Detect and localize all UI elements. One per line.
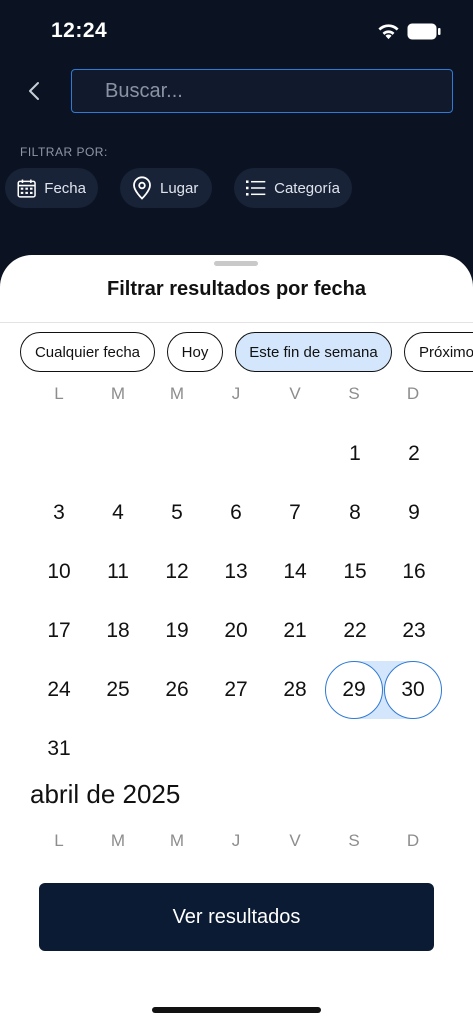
calendar-day[interactable]: 13 xyxy=(210,546,262,598)
calendar-day[interactable]: 5 xyxy=(151,487,203,539)
wifi-icon xyxy=(378,24,399,40)
sheet-title: Filtrar resultados por fecha xyxy=(107,278,366,300)
calendar-day[interactable]: 8 xyxy=(329,487,381,539)
calendar-day[interactable]: 3 xyxy=(33,487,85,539)
weekday-label: M xyxy=(110,831,126,850)
calendar-day[interactable]: 2 xyxy=(388,428,440,480)
status-bar: 12:24 xyxy=(0,0,473,60)
calendar-day[interactable]: 24 xyxy=(33,664,85,716)
calendar-day[interactable]: 18 xyxy=(92,605,144,657)
weekday-label: V xyxy=(289,831,301,850)
calendar-day[interactable]: 17 xyxy=(33,605,85,657)
calendar-day[interactable]: 9 xyxy=(388,487,440,539)
weekday-label: J xyxy=(231,384,241,403)
weekday-label: M xyxy=(169,384,185,403)
filter-by-label: FILTRAR POR: xyxy=(20,145,108,159)
status-time: 12:24 xyxy=(51,19,108,42)
calendar-day[interactable]: 4 xyxy=(92,487,144,539)
calendar-day-selected[interactable]: 30 xyxy=(387,664,439,716)
calendar-day[interactable]: 27 xyxy=(210,664,262,716)
filter-chip-place[interactable]: Lugar xyxy=(120,168,212,208)
home-indicator xyxy=(152,1007,321,1013)
filter-chip-label: Fecha xyxy=(44,179,86,197)
filter-chip-date[interactable]: Fecha xyxy=(5,168,98,208)
calendar-day[interactable]: 14 xyxy=(269,546,321,598)
weekday-label: L xyxy=(54,831,64,850)
calendar-day[interactable]: 28 xyxy=(269,664,321,716)
calendar-day[interactable]: 12 xyxy=(151,546,203,598)
calendar-day-selected[interactable]: 29 xyxy=(328,664,380,716)
calendar-day[interactable]: 11 xyxy=(92,546,144,598)
calendar-icon xyxy=(17,179,36,198)
quick-filter-any-date[interactable]: Cualquier fecha xyxy=(20,332,155,372)
sheet-drag-handle[interactable] xyxy=(214,261,258,266)
calendar-day[interactable]: 10 xyxy=(33,546,85,598)
calendar-day[interactable]: 16 xyxy=(388,546,440,598)
list-icon xyxy=(246,180,266,196)
calendar-day[interactable]: 31 xyxy=(33,723,85,775)
quick-filter-weekend[interactable]: Este fin de semana xyxy=(235,332,392,372)
calendar-day[interactable]: 6 xyxy=(210,487,262,539)
calendar-day[interactable]: 15 xyxy=(329,546,381,598)
back-button[interactable] xyxy=(20,74,48,108)
weekday-label: S xyxy=(348,831,360,850)
calendar-day[interactable]: 21 xyxy=(269,605,321,657)
location-pin-icon xyxy=(133,176,151,200)
search-field[interactable] xyxy=(71,69,453,113)
battery-icon xyxy=(407,23,441,40)
date-filter-sheet: Filtrar resultados por fecha Cualquier f… xyxy=(0,255,473,1024)
calendar-day[interactable]: 26 xyxy=(151,664,203,716)
weekday-label: M xyxy=(169,831,185,850)
calendar-day[interactable]: 25 xyxy=(92,664,144,716)
weekday-label: S xyxy=(348,384,360,403)
calendar-day[interactable]: 1 xyxy=(329,428,381,480)
quick-filter-today[interactable]: Hoy xyxy=(167,332,223,372)
month-title: abril de 2025 xyxy=(30,779,181,809)
calendar-day[interactable]: 7 xyxy=(269,487,321,539)
search-input[interactable] xyxy=(72,70,452,112)
weekday-label: D xyxy=(406,831,420,850)
filter-chip-label: Categoría xyxy=(274,179,340,197)
weekday-label: J xyxy=(231,831,241,850)
filter-chip-category[interactable]: Categoría xyxy=(234,168,352,208)
weekday-label: M xyxy=(110,384,126,403)
calendar-day[interactable]: 20 xyxy=(210,605,262,657)
weekday-label: D xyxy=(406,384,420,403)
calendar-day[interactable]: 19 xyxy=(151,605,203,657)
weekday-label: V xyxy=(289,384,301,403)
calendar-day[interactable]: 23 xyxy=(388,605,440,657)
view-results-button[interactable]: Ver resultados xyxy=(39,883,434,951)
filter-chip-label: Lugar xyxy=(160,179,199,197)
quick-filter-next[interactable]: Próximo xyxy=(404,332,473,372)
chevron-left-icon xyxy=(29,82,39,100)
calendar-day[interactable]: 22 xyxy=(329,605,381,657)
divider xyxy=(0,322,473,323)
weekday-label: L xyxy=(54,384,64,403)
